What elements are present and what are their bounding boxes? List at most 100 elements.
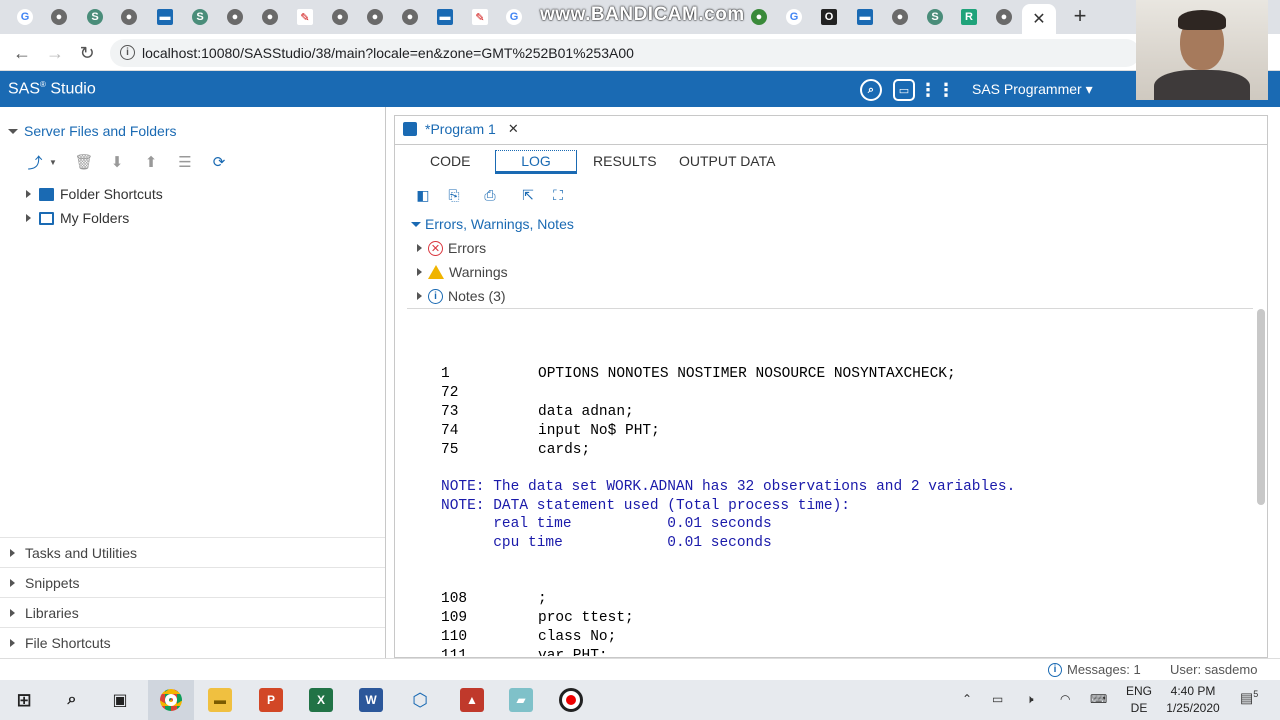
browser-tab[interactable]: ●: [218, 4, 252, 30]
browser-tab[interactable]: R: [952, 4, 986, 30]
upload-icon[interactable]: ⬆: [142, 153, 160, 171]
forward-arrow-icon[interactable]: →: [43, 41, 67, 65]
close-icon[interactable]: ✕: [1032, 9, 1045, 29]
clock[interactable]: 4:40 PM 1/25/2020: [1160, 683, 1226, 717]
expand-arrow-icon: [417, 292, 422, 300]
tree-item-my-folders[interactable]: My Folders: [26, 210, 129, 226]
maximize-icon[interactable]: ⛶: [549, 186, 567, 204]
close-icon[interactable]: ✕: [508, 121, 519, 137]
file-explorer-icon[interactable]: ▬: [208, 688, 232, 712]
globe-icon: ●: [402, 9, 418, 25]
chrome-taskbar-button[interactable]: [148, 680, 194, 720]
excel-icon[interactable]: X: [309, 688, 333, 712]
pdf-icon: ✎: [472, 9, 488, 25]
battery-icon[interactable]: ▭: [992, 692, 1003, 706]
notification-icon[interactable]: ▤5: [1240, 689, 1258, 707]
ewn-errors[interactable]: ✕ Errors: [417, 240, 486, 256]
user-menu[interactable]: SAS Programmer ▾: [972, 81, 1093, 98]
volume-icon[interactable]: 🕨: [1026, 692, 1034, 707]
chevron-up-icon[interactable]: ⌃: [962, 692, 972, 706]
expand-arrow-icon: [417, 268, 422, 276]
print-icon[interactable]: ▭: [893, 79, 915, 101]
word-icon[interactable]: W: [359, 688, 383, 712]
search-icon[interactable]: ⌕: [860, 79, 882, 101]
keyboard-icon[interactable]: ⌨: [1090, 692, 1107, 706]
browser-tab[interactable]: ●: [742, 4, 776, 30]
powerpoint-icon[interactable]: P: [259, 688, 283, 712]
browser-tab[interactable]: ●: [112, 4, 146, 30]
site-info-icon[interactable]: i: [120, 45, 135, 60]
tree-item-folder-shortcuts[interactable]: Folder Shortcuts: [26, 186, 163, 202]
properties-icon[interactable]: ☰: [176, 153, 194, 171]
browser-tab[interactable]: ●: [987, 4, 1021, 30]
errors-warnings-notes-header[interactable]: Errors, Warnings, Notes: [411, 216, 574, 232]
app-icon[interactable]: ▲: [460, 688, 484, 712]
new-tab-button[interactable]: +: [1068, 3, 1092, 28]
new-file-icon[interactable]: ⤴: [26, 153, 44, 172]
browser-tab[interactable]: S: [918, 4, 952, 30]
expand-arrow-icon[interactable]: [26, 214, 31, 222]
tab-log[interactable]: LOG: [495, 150, 577, 174]
url-field[interactable]: i localhost:10080/SASStudio/38/main?loca…: [110, 39, 1140, 67]
apps-grid-icon[interactable]: ⋮⋮: [919, 79, 955, 101]
info-icon: i: [428, 288, 443, 304]
3d-viewer-icon[interactable]: ⬡: [408, 688, 432, 712]
line-number: 108: [441, 591, 468, 607]
app-icon[interactable]: ▰: [509, 688, 533, 712]
save-log-icon[interactable]: ◧: [414, 186, 432, 204]
popout-icon[interactable]: ⇱: [519, 186, 537, 204]
browser-tab-google[interactable]: G: [777, 4, 811, 30]
browser-tab[interactable]: ●: [883, 4, 917, 30]
section-tasks-and-utilities[interactable]: Tasks and Utilities: [10, 545, 137, 561]
reload-icon[interactable]: ↻: [75, 41, 99, 65]
browser-tab[interactable]: S: [183, 4, 217, 30]
lang-top: ENG: [1125, 684, 1152, 698]
search-icon[interactable]: ⌕: [60, 688, 84, 712]
line-number: 75: [441, 442, 459, 458]
log-scrollbar[interactable]: [1257, 309, 1265, 505]
browser-tab-google[interactable]: G: [8, 4, 42, 30]
record-icon[interactable]: [559, 688, 583, 712]
tab-output-data[interactable]: OUTPUT DATA: [679, 151, 775, 171]
print-icon[interactable]: ⎙: [481, 186, 499, 204]
browser-tab[interactable]: ●: [253, 4, 287, 30]
browser-tab[interactable]: O: [812, 4, 846, 30]
back-arrow-icon[interactable]: ←: [10, 41, 34, 65]
browser-tab[interactable]: ●: [393, 4, 427, 30]
browser-tab-active[interactable]: ✕: [1022, 4, 1056, 34]
log-note: NOTE: DATA statement used (Total process…: [441, 498, 850, 514]
wifi-icon[interactable]: ◠: [1060, 692, 1070, 706]
download-log-icon[interactable]: ⎘: [445, 186, 463, 204]
tab-results[interactable]: RESULTS: [593, 151, 657, 171]
browser-tab[interactable]: ●: [42, 4, 76, 30]
refresh-icon[interactable]: ⟳: [210, 153, 228, 171]
ewn-notes[interactable]: i Notes (3): [417, 288, 506, 304]
browser-tab[interactable]: ✎: [288, 4, 322, 30]
lang-bottom: DE: [1130, 701, 1148, 715]
windows-start-icon[interactable]: ⊞: [12, 688, 36, 712]
server-files-header[interactable]: Server Files and Folders: [8, 123, 177, 139]
program-tab[interactable]: *Program 1 ✕: [395, 116, 529, 144]
expand-arrow-icon[interactable]: [26, 190, 31, 198]
tab-code[interactable]: CODE: [430, 151, 470, 171]
messages-indicator[interactable]: i Messages: 1: [1048, 662, 1141, 677]
url-text[interactable]: localhost:10080/SASStudio/38/main?locale…: [142, 45, 634, 61]
language-indicator[interactable]: ENG DE: [1122, 683, 1156, 717]
chevron-down-icon[interactable]: ▼: [44, 153, 62, 171]
ewn-warnings[interactable]: Warnings: [417, 264, 508, 280]
delete-icon[interactable]: 🗑: [74, 153, 93, 171]
browser-tab[interactable]: ▬: [848, 4, 882, 30]
browser-tab[interactable]: ▬: [148, 4, 182, 30]
browser-tab[interactable]: ●: [358, 4, 392, 30]
browser-tab[interactable]: ●: [323, 4, 357, 30]
section-libraries[interactable]: Libraries: [10, 605, 79, 621]
download-icon[interactable]: ⬇: [108, 153, 126, 171]
section-file-shortcuts[interactable]: File Shortcuts: [10, 635, 111, 651]
browser-tab[interactable]: ✎: [463, 4, 497, 30]
browser-tab[interactable]: S: [78, 4, 112, 30]
browser-tab[interactable]: ▬: [428, 4, 462, 30]
globe-icon: ●: [996, 9, 1012, 25]
section-snippets[interactable]: Snippets: [10, 575, 79, 591]
browser-tab-google[interactable]: G: [497, 4, 531, 30]
task-view-icon[interactable]: ▣: [108, 688, 132, 712]
